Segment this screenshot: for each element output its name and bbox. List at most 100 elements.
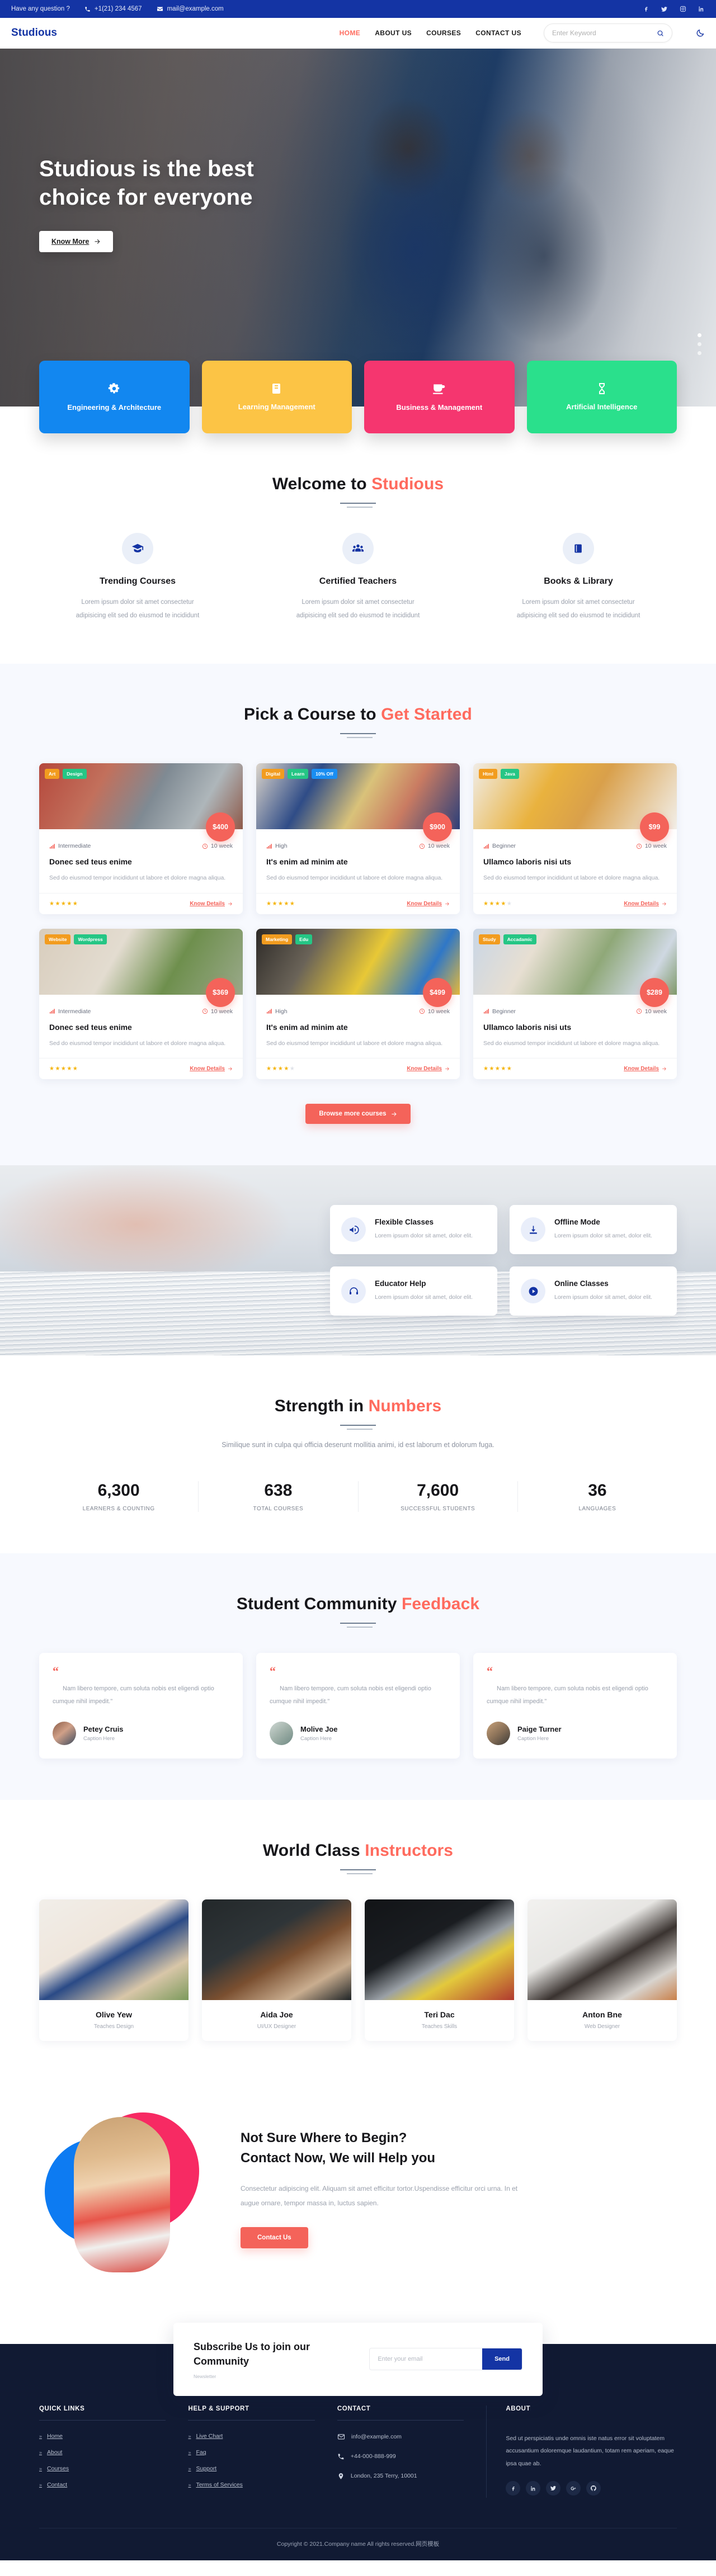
nav-item-home[interactable]: HOME — [340, 29, 361, 37]
subscribe-form[interactable]: Send — [369, 2348, 522, 2371]
course-know-details-link[interactable]: Know Details — [190, 1066, 233, 1072]
contact-us-button[interactable]: Contact Us — [241, 2227, 308, 2248]
moon-icon[interactable] — [696, 29, 705, 37]
chevron-right-icon: » — [188, 2465, 191, 2471]
course-tag: Wordpress — [74, 934, 107, 944]
hourglass-icon — [595, 382, 609, 395]
course-know-details-link[interactable]: Know Details — [190, 901, 233, 907]
facebook-icon[interactable] — [506, 2481, 521, 2496]
book-stack-icon — [563, 533, 594, 564]
topbar-phone[interactable]: +1(21) 234 4567 — [84, 6, 142, 12]
gears-icon — [107, 381, 121, 396]
topbar-email[interactable]: mail@example.com — [157, 6, 224, 12]
instructor-name: Olive Yew — [95, 2010, 133, 2019]
users-icon — [342, 533, 374, 564]
signal-icon — [483, 1008, 489, 1014]
play-circle-icon — [521, 1279, 545, 1304]
section-header: Welcome to Studious — [39, 475, 677, 508]
course-card[interactable]: Art Design $400 Intermediate 10 week Don… — [39, 763, 243, 914]
section-title: Student Community Feedback — [236, 1595, 480, 1614]
email-input[interactable] — [370, 2356, 483, 2363]
hero-dot-2[interactable] — [698, 342, 701, 346]
course-level: Beginner — [483, 843, 516, 849]
footer-phone[interactable]: +44-000-888-999 — [337, 2453, 464, 2460]
course-card[interactable]: Marketing Edu $499 High 10 week It's eni… — [256, 928, 460, 1080]
clock-icon — [636, 1008, 642, 1014]
feature-text: Lorem ipsum dolor sit amet consectetur a… — [296, 599, 420, 620]
search-icon[interactable] — [657, 30, 664, 37]
category-card-learning-management[interactable]: Learning Management — [201, 361, 352, 433]
github-icon[interactable] — [586, 2481, 601, 2496]
course-know-details-link[interactable]: Know Details — [624, 901, 667, 907]
arrow-right-icon — [228, 901, 233, 906]
category-card-engineering[interactable]: Engineering & Architecture — [39, 361, 190, 433]
course-card[interactable]: Study Accadamic $289 Beginner 10 week Ul… — [473, 928, 677, 1080]
nav-item-about-us[interactable]: ABOUT US — [375, 29, 412, 37]
arrow-right-icon — [391, 1111, 397, 1117]
instructor-photo — [39, 1899, 189, 2000]
hero-banner: Studious is the best choice for everyone… — [0, 49, 716, 407]
browse-more-courses-button[interactable]: Browse more courses — [305, 1104, 411, 1124]
course-title: Donec sed teus enime — [49, 1022, 132, 1032]
course-rating: ★★★★★ — [483, 1066, 513, 1072]
linkedin-icon[interactable] — [526, 2481, 541, 2496]
footer-link-courses[interactable]: » Courses — [39, 2465, 166, 2472]
send-button[interactable]: Send — [482, 2348, 522, 2370]
site-logo[interactable]: Studious — [11, 27, 57, 39]
hero-title: Studious is the best choice for everyone — [39, 157, 255, 210]
twitter-icon[interactable] — [661, 6, 668, 13]
category-label: Artificial Intelligence — [566, 402, 638, 411]
twitter-icon[interactable] — [546, 2481, 561, 2496]
search-box[interactable] — [544, 23, 672, 42]
hero-know-more-button[interactable]: Know More — [39, 231, 114, 253]
course-know-details-link[interactable]: Know Details — [407, 901, 450, 907]
category-card-artificial-intelligence[interactable]: Artificial Intelligence — [526, 361, 677, 433]
footer-email[interactable]: info@example.com — [337, 2433, 464, 2441]
instructor-card[interactable]: Anton Bne Web Designer — [527, 1899, 677, 2041]
why-choose-band: Flexible Classes Lorem ipsum dolor sit a… — [0, 1165, 716, 1356]
linkedin-icon[interactable] — [698, 6, 705, 13]
footer-link-live-chart[interactable]: » Live Chart — [188, 2433, 314, 2440]
chevron-right-icon: » — [188, 2449, 191, 2455]
chevron-right-icon: » — [39, 2433, 43, 2439]
course-image: Website Wordpress $369 — [39, 928, 243, 1007]
footer-link-about[interactable]: » About — [39, 2449, 166, 2456]
course-know-details-link[interactable]: Know Details — [624, 1066, 667, 1072]
course-card[interactable]: Html Java $99 Beginner 10 week Ullamco l… — [473, 763, 677, 914]
testimonial-text: Nam libero tempore, cum soluta nobis est… — [53, 1685, 214, 1705]
nav-item-contact-us[interactable]: CONTACT US — [475, 29, 521, 37]
course-card[interactable]: Digital Learn 10% Off $900 High 10 week … — [256, 763, 460, 914]
clock-icon — [636, 843, 642, 849]
welcome-features: Trending Courses Lorem ipsum dolor sit a… — [39, 533, 677, 622]
category-card-business-management[interactable]: Business & Management — [364, 361, 515, 433]
instructors-section: World Class Instructors Olive Yew Teache… — [0, 1800, 716, 2082]
google-plus-icon[interactable] — [566, 2481, 581, 2496]
footer-link-terms[interactable]: » Terms of Services — [188, 2482, 314, 2488]
hero-slider-dots[interactable] — [698, 333, 701, 355]
footer-link-support[interactable]: » Support — [188, 2465, 314, 2472]
facebook-icon[interactable] — [642, 6, 649, 13]
hero-dot-1[interactable] — [698, 333, 701, 337]
nav-item-courses[interactable]: COURSES — [426, 29, 461, 37]
stat-label: LEARNERS & COUNTING — [82, 1506, 155, 1512]
course-know-details-link[interactable]: Know Details — [407, 1066, 450, 1072]
coffee-cup-icon — [432, 381, 446, 396]
section-divider — [340, 1425, 376, 1430]
instructor-card[interactable]: Olive Yew Teaches Design — [39, 1899, 189, 2041]
footer-link-contact[interactable]: » Contact — [39, 2482, 166, 2488]
course-card[interactable]: Website Wordpress $369 Intermediate 10 w… — [39, 928, 243, 1080]
footer-link-home[interactable]: » Home — [39, 2433, 166, 2440]
category-label: Learning Management — [238, 402, 315, 411]
section-header: World Class Instructors — [39, 1841, 677, 1874]
course-tag: Website — [45, 934, 71, 944]
subscribe-note: Newsletter — [194, 2373, 216, 2379]
stat-number: 7,600 — [417, 1481, 459, 1500]
instructor-card[interactable]: Aida Joe UI/UX Designer — [202, 1899, 351, 2041]
instagram-icon[interactable] — [679, 6, 686, 13]
arrow-right-icon — [445, 1066, 450, 1071]
hero-dot-3[interactable] — [698, 351, 701, 355]
search-input[interactable] — [552, 29, 657, 37]
instructor-card[interactable]: Teri Dac Teaches Skills — [365, 1899, 514, 2041]
category-label: Business & Management — [396, 403, 483, 412]
footer-link-faq[interactable]: » Faq — [188, 2449, 314, 2456]
